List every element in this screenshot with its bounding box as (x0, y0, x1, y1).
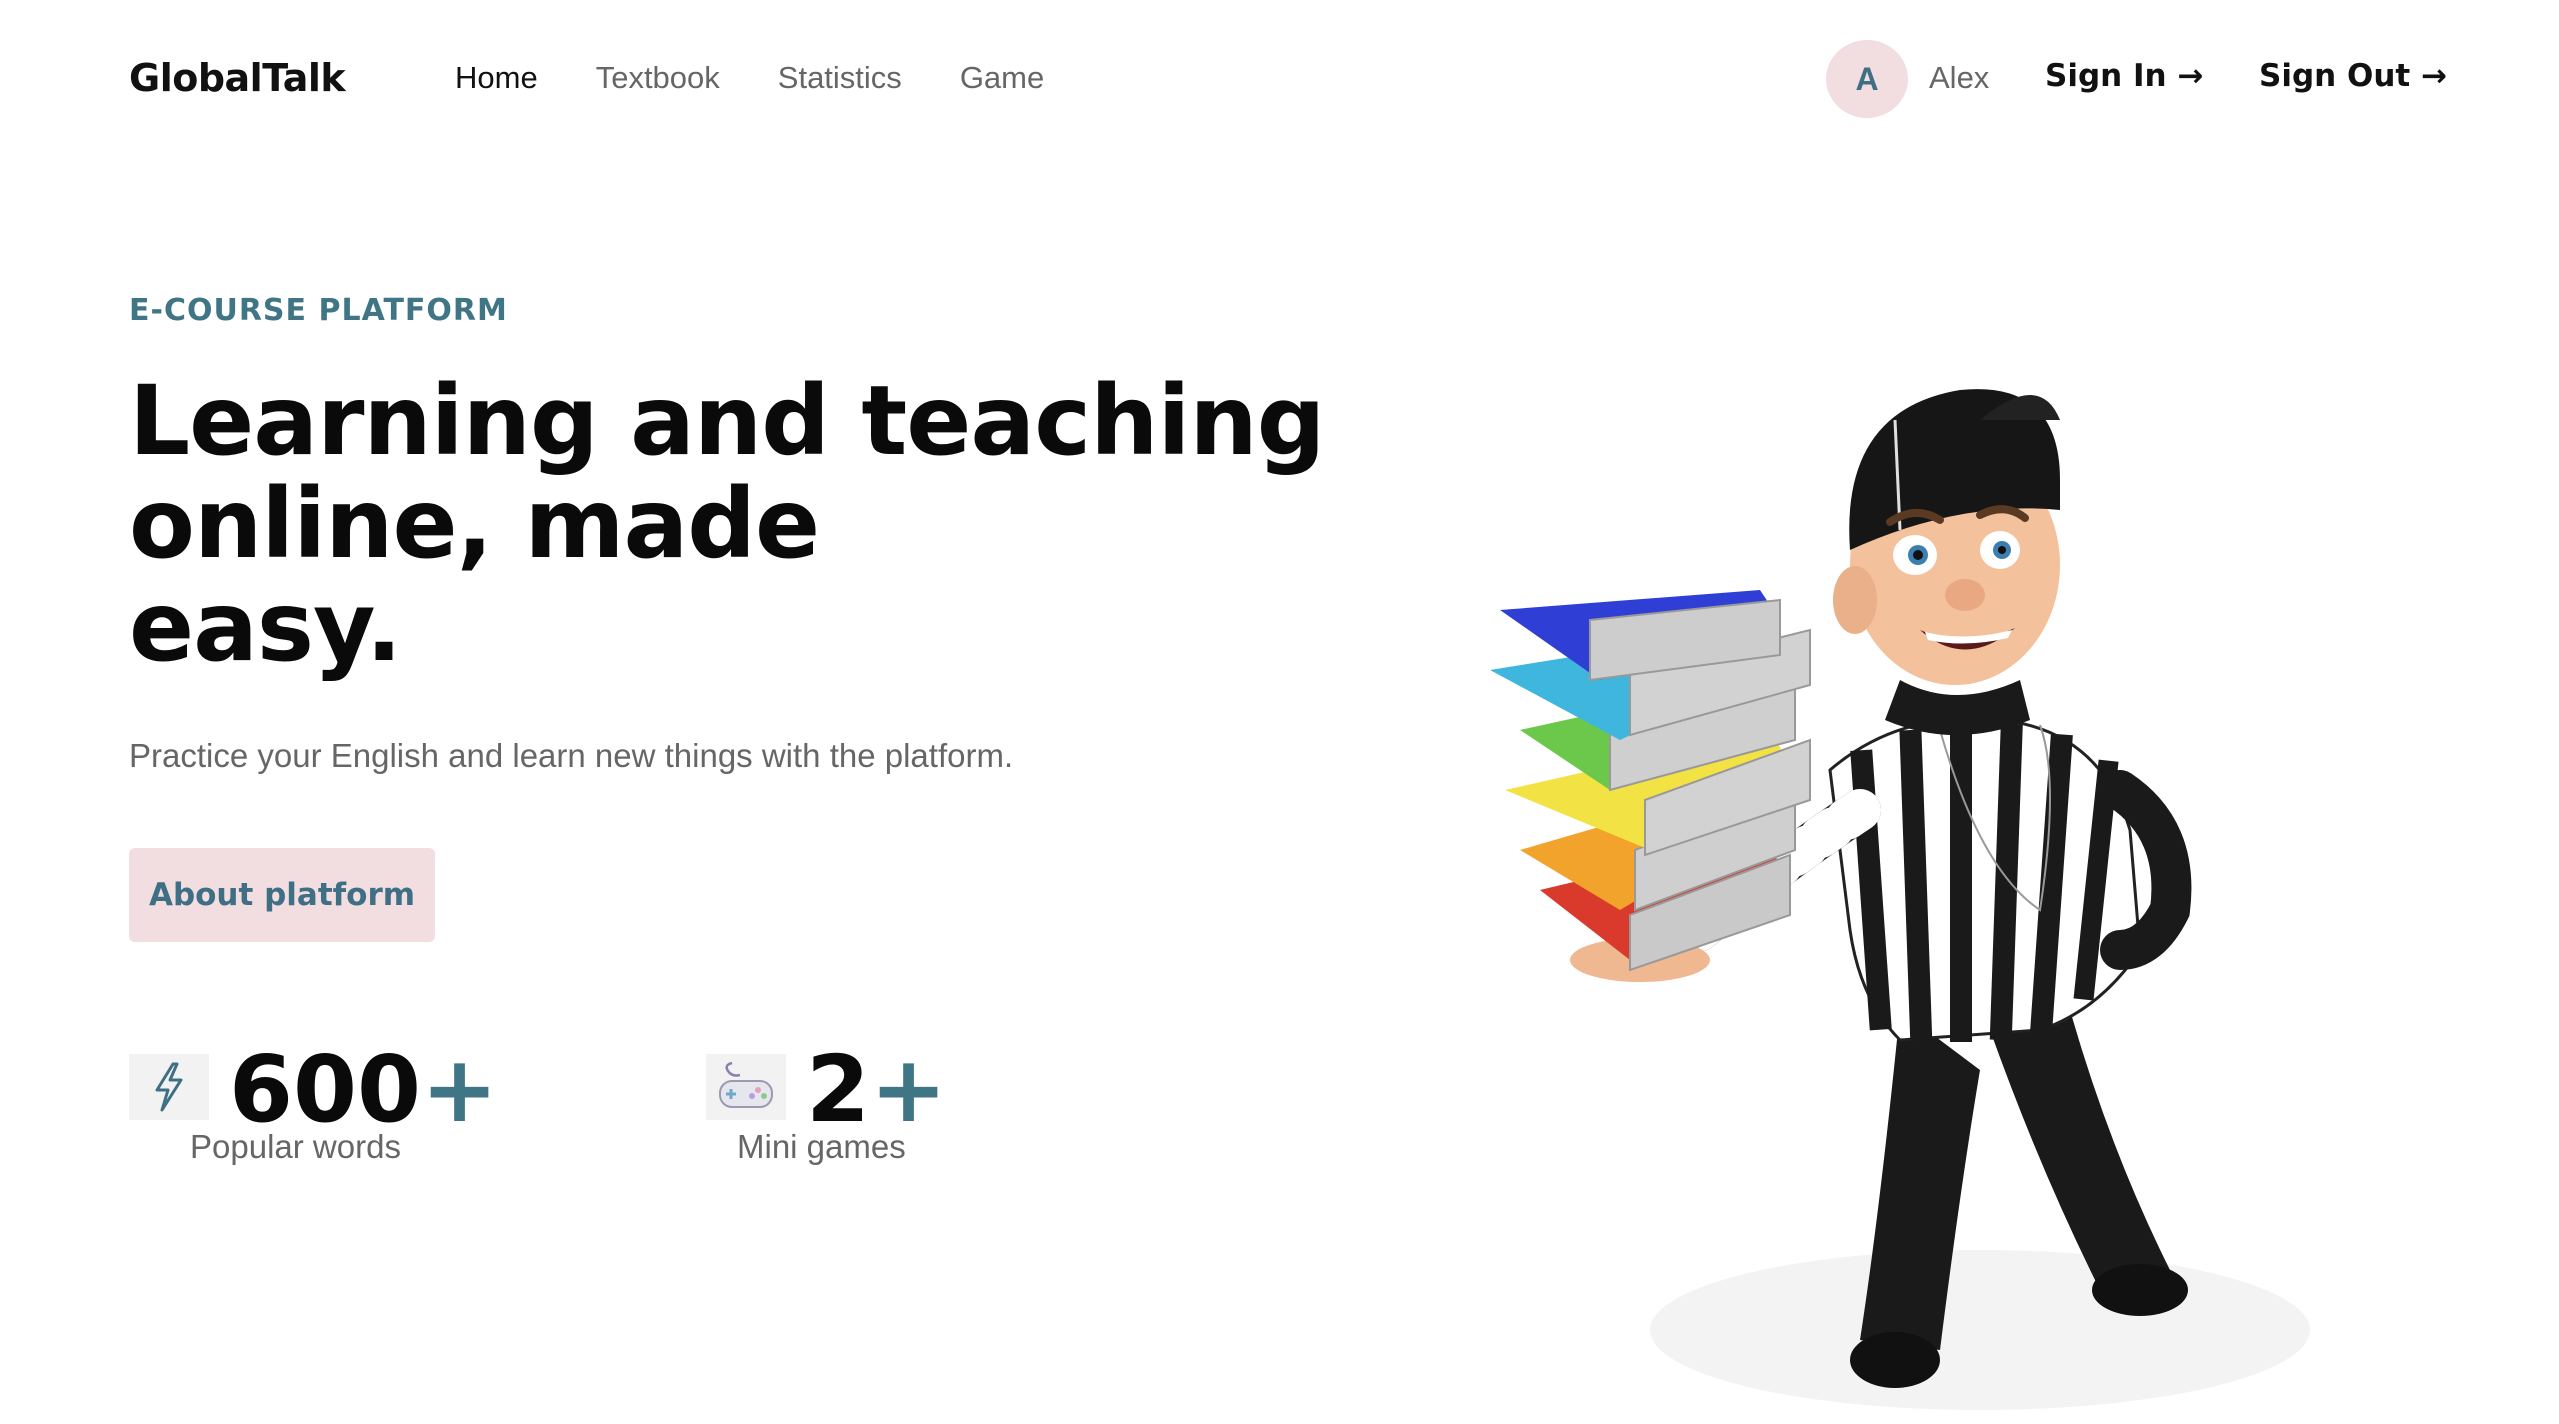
site-header: GlobalTalk Home Textbook Statistics Game… (0, 0, 2559, 160)
about-platform-button[interactable]: About platform (129, 848, 435, 942)
hero-title-line-3: easy. (129, 571, 402, 683)
nav-home[interactable]: Home (455, 60, 538, 96)
sign-in-link[interactable]: Sign In → (2045, 58, 2203, 94)
gamepad-icon (706, 1054, 786, 1120)
stat-label: Popular words (190, 1128, 401, 1165)
nav-textbook[interactable]: Textbook (596, 60, 720, 96)
hero-eyebrow: E-COURSE PLATFORM (129, 293, 508, 328)
hero-subtitle: Practice your English and learn new thin… (129, 737, 1014, 774)
user-avatar[interactable]: A (1826, 40, 1908, 118)
lightning-icon (129, 1054, 209, 1120)
hero-title-line-2: online, made (129, 468, 820, 580)
main-nav: Home Textbook Statistics Game (455, 60, 1102, 96)
referee-with-books-illustration (1340, 310, 2340, 1420)
user-name: Alex (1929, 60, 1990, 95)
nav-statistics[interactable]: Statistics (778, 60, 902, 96)
stat-number: 600+ (229, 1036, 499, 1143)
logo[interactable]: GlobalTalk (129, 56, 346, 100)
stat-label: Mini games (737, 1128, 906, 1165)
nav-game[interactable]: Game (960, 60, 1044, 96)
hero-title: Learning and teaching online, made easy. (129, 370, 1379, 679)
sign-out-link[interactable]: Sign Out → (2259, 58, 2447, 94)
stat-number: 2+ (806, 1036, 948, 1143)
hero-title-line-1: Learning and teaching (129, 365, 1325, 477)
